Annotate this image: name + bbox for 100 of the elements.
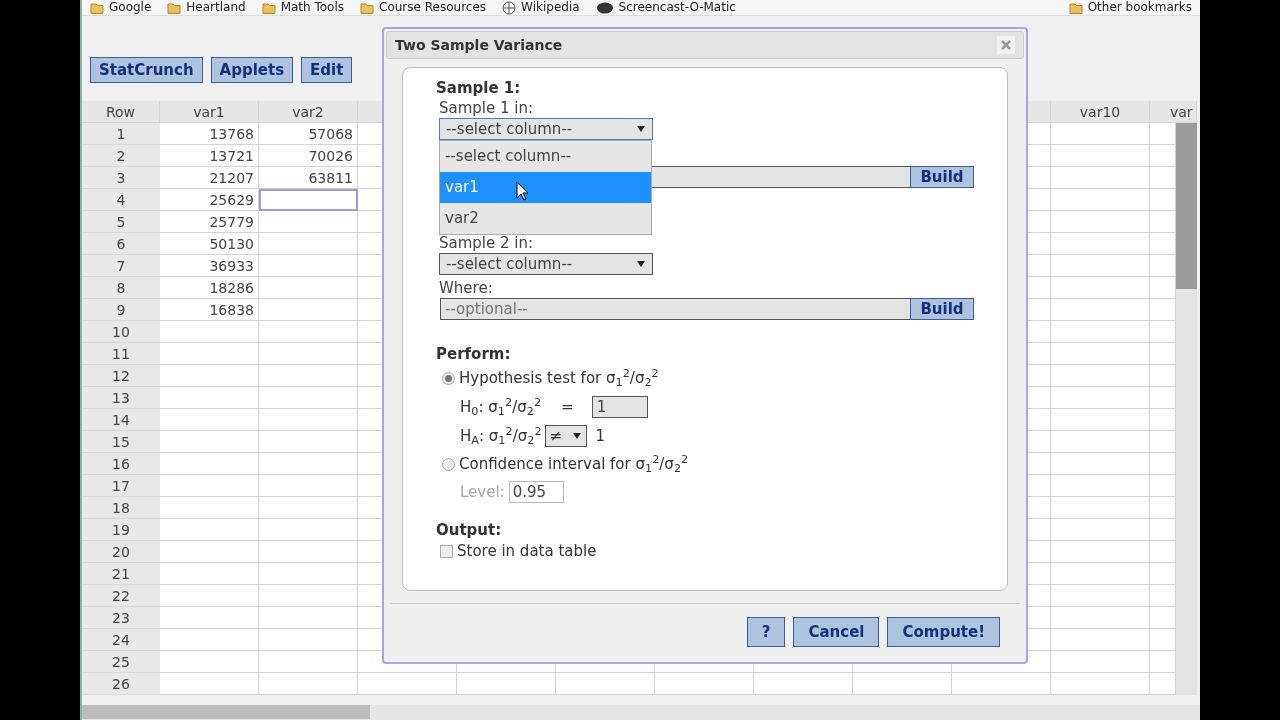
table-cell[interactable] <box>1051 475 1150 497</box>
table-cell[interactable] <box>1051 123 1150 145</box>
table-cell[interactable] <box>160 387 259 409</box>
table-cell[interactable] <box>160 585 259 607</box>
table-cell[interactable] <box>1150 519 1176 541</box>
table-cell[interactable] <box>259 673 358 695</box>
table-cell[interactable]: 50130 <box>160 233 259 255</box>
table-cell[interactable] <box>1150 409 1176 431</box>
table-cell[interactable] <box>853 673 952 695</box>
table-cell[interactable] <box>1150 387 1176 409</box>
ratio-field[interactable]: 1 <box>591 396 648 418</box>
menu-button[interactable]: StatCrunch <box>90 57 203 83</box>
table-cell[interactable] <box>259 519 358 541</box>
table-cell[interactable] <box>1150 607 1176 629</box>
bookmark-link[interactable]: Math Tools <box>280 1 345 14</box>
table-cell[interactable] <box>160 431 259 453</box>
table-cell[interactable] <box>1150 365 1176 387</box>
table-cell[interactable] <box>160 321 259 343</box>
table-cell[interactable] <box>259 585 358 607</box>
table-cell[interactable] <box>259 211 358 233</box>
table-cell[interactable]: 57068 <box>259 123 358 145</box>
table-cell[interactable] <box>259 563 358 585</box>
table-cell[interactable] <box>1150 343 1176 365</box>
table-cell[interactable] <box>259 409 358 431</box>
column-header[interactable]: var2 <box>259 101 358 123</box>
table-cell[interactable]: 63811 <box>259 167 358 189</box>
table-cell[interactable] <box>754 673 853 695</box>
bookmark-link[interactable]: Wikipedia <box>521 1 580 14</box>
checkbox[interactable] <box>440 544 453 558</box>
table-cell[interactable] <box>1150 123 1176 145</box>
dialog-button[interactable]: Compute! <box>887 617 1000 647</box>
table-cell[interactable] <box>160 607 259 629</box>
table-cell[interactable] <box>1051 189 1150 211</box>
column-header[interactable]: var1 <box>160 101 259 123</box>
table-cell[interactable] <box>1150 629 1176 651</box>
table-cell[interactable] <box>1051 167 1150 189</box>
table-cell[interactable] <box>160 497 259 519</box>
dialog-button[interactable]: Cancel <box>793 617 880 647</box>
table-cell[interactable] <box>1051 453 1150 475</box>
table-cell[interactable] <box>259 629 358 651</box>
table-cell[interactable] <box>160 409 259 431</box>
table-cell[interactable] <box>1051 519 1150 541</box>
table-cell[interactable]: 16838 <box>160 299 259 321</box>
table-cell[interactable] <box>1051 541 1150 563</box>
table-cell[interactable] <box>1051 277 1150 299</box>
table-cell[interactable] <box>160 343 259 365</box>
table-cell[interactable]: 36933 <box>160 255 259 277</box>
table-cell[interactable] <box>160 563 259 585</box>
bookmark-link[interactable]: Screencast-O-Matic <box>618 1 736 14</box>
bookmark-link[interactable]: Other bookmarks <box>1087 1 1192 14</box>
table-cell[interactable] <box>655 673 754 695</box>
column-header[interactable]: var <box>1150 101 1197 123</box>
table-cell[interactable] <box>952 673 1051 695</box>
close-icon[interactable] <box>997 36 1015 54</box>
table-cell[interactable] <box>1051 299 1150 321</box>
table-cell[interactable] <box>160 541 259 563</box>
table-cell[interactable] <box>160 629 259 651</box>
table-cell[interactable] <box>259 497 358 519</box>
table-cell[interactable] <box>259 277 358 299</box>
table-cell[interactable]: 13721 <box>160 145 259 167</box>
table-cell[interactable] <box>1150 475 1176 497</box>
table-cell[interactable] <box>1150 189 1176 211</box>
menu-button[interactable]: Edit <box>301 57 353 83</box>
bookmark-link[interactable]: Google <box>109 1 152 14</box>
table-cell[interactable] <box>259 475 358 497</box>
table-cell[interactable] <box>1150 255 1176 277</box>
table-cell[interactable] <box>1051 255 1150 277</box>
table-cell[interactable] <box>1051 431 1150 453</box>
table-cell[interactable] <box>457 673 556 695</box>
table-cell[interactable]: 25629 <box>160 189 259 211</box>
table-cell[interactable] <box>160 475 259 497</box>
table-cell[interactable] <box>1150 321 1176 343</box>
column-select[interactable]: --select column-- <box>439 253 653 275</box>
table-cell[interactable] <box>358 673 457 695</box>
table-cell[interactable] <box>259 651 358 673</box>
table-cell[interactable] <box>1150 431 1176 453</box>
table-cell[interactable] <box>1051 233 1150 255</box>
radio-button[interactable] <box>442 371 455 385</box>
table-cell[interactable] <box>1051 211 1150 233</box>
table-cell[interactable] <box>1150 497 1176 519</box>
table-cell[interactable] <box>160 365 259 387</box>
column-select[interactable]: --select column-- <box>439 118 653 140</box>
dropdown-option[interactable]: --select column-- <box>440 141 651 172</box>
table-cell[interactable] <box>1051 585 1150 607</box>
table-cell[interactable] <box>1150 541 1176 563</box>
table-cell[interactable] <box>1150 145 1176 167</box>
table-cell[interactable]: 70026 <box>259 145 358 167</box>
build-button[interactable]: Build <box>910 298 974 320</box>
table-cell[interactable] <box>1150 299 1176 321</box>
table-cell[interactable] <box>1051 673 1150 695</box>
table-cell[interactable] <box>1150 651 1176 673</box>
build-button[interactable]: Build <box>910 166 974 188</box>
table-cell[interactable] <box>259 365 358 387</box>
table-cell[interactable] <box>1150 673 1176 695</box>
table-cell[interactable] <box>1051 563 1150 585</box>
table-cell[interactable]: 21207 <box>160 167 259 189</box>
table-cell[interactable] <box>259 321 358 343</box>
table-cell[interactable] <box>1051 607 1150 629</box>
table-cell[interactable] <box>1051 365 1150 387</box>
table-cell[interactable] <box>1051 651 1150 673</box>
